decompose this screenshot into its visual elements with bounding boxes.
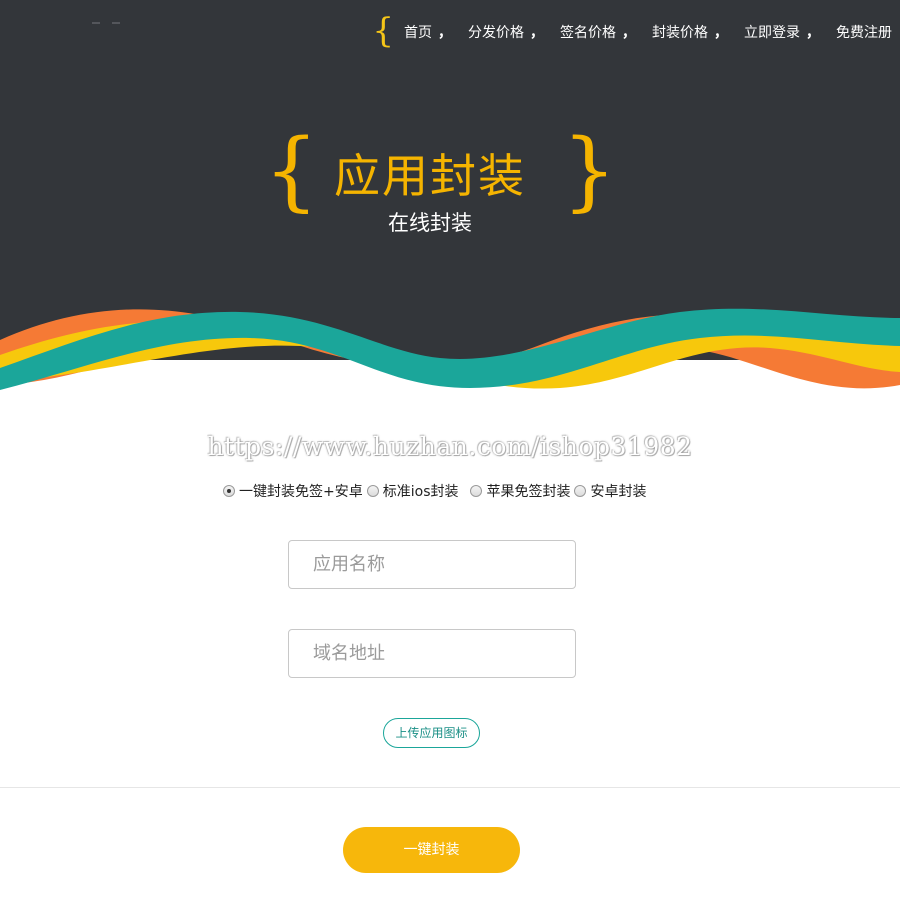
radio-button[interactable] xyxy=(574,485,587,497)
decor-dash xyxy=(112,22,120,24)
nav-link-0[interactable]: 首页 xyxy=(404,22,432,42)
radio-button[interactable] xyxy=(470,485,483,497)
package-option-2[interactable]: 苹果免签封装 xyxy=(470,481,570,501)
nav-separator: ， xyxy=(806,25,820,41)
upload-icon-button[interactable]: 上传应用图标 xyxy=(383,718,480,748)
section-divider xyxy=(0,787,900,788)
nav-link-2[interactable]: 签名价格 xyxy=(560,22,616,42)
package-option-1[interactable]: 标准ios封装 xyxy=(366,481,459,501)
nav-separator: ， xyxy=(714,25,728,41)
nav-link-3[interactable]: 封装价格 xyxy=(652,22,708,42)
page-subtitle: 在线封装 xyxy=(388,211,472,235)
watermark-text: https://www.huzhan.com/ishop31982 xyxy=(207,432,693,461)
nav-separator: ， xyxy=(530,25,544,41)
submit-package-button[interactable]: 一键封装 xyxy=(343,827,520,873)
option-label: 安卓封装 xyxy=(590,484,647,500)
nav-brace-icon: { xyxy=(372,11,394,51)
header-decoration xyxy=(92,22,120,24)
option-label: 苹果免签封装 xyxy=(486,484,571,500)
option-label: 标准ios封装 xyxy=(382,484,459,500)
page-title: 应用封装 xyxy=(334,149,526,203)
package-type-options: 一键封装免签+安卓 标准ios封装 苹果免签封装 安卓封装 xyxy=(223,481,650,501)
option-label: 一键封装免签+安卓 xyxy=(239,484,363,500)
nav-list: 首页 ， 分发价格 ， 签名价格 ， 封装价格 ， 立即登录 ， 免费注册 xyxy=(404,22,892,42)
package-option-0[interactable]: 一键封装免签+安卓 xyxy=(223,481,363,501)
hero-brace-right-icon: } xyxy=(562,121,617,221)
nav-link-5[interactable]: 免费注册 xyxy=(836,22,892,42)
nav-link-1[interactable]: 分发价格 xyxy=(468,22,524,42)
radio-button[interactable] xyxy=(366,485,379,497)
hero-banner: { 首页 ， 分发价格 ， 签名价格 ， 封装价格 ， 立即登录 ， 免费注册 { 应用封装 } 在… xyxy=(0,0,900,400)
nav-separator: ， xyxy=(438,25,452,41)
radio-button[interactable] xyxy=(223,485,235,497)
package-option-3[interactable]: 安卓封装 xyxy=(574,481,646,501)
domain-input[interactable] xyxy=(288,629,576,678)
nav-link-4[interactable]: 立即登录 xyxy=(744,22,800,42)
app-name-input[interactable] xyxy=(288,540,576,589)
nav-separator: ， xyxy=(622,25,636,41)
top-nav: { 首页 ， 分发价格 ， 签名价格 ， 封装价格 ， 立即登录 ， 免费注册 xyxy=(372,14,892,50)
decor-dash xyxy=(92,22,100,24)
